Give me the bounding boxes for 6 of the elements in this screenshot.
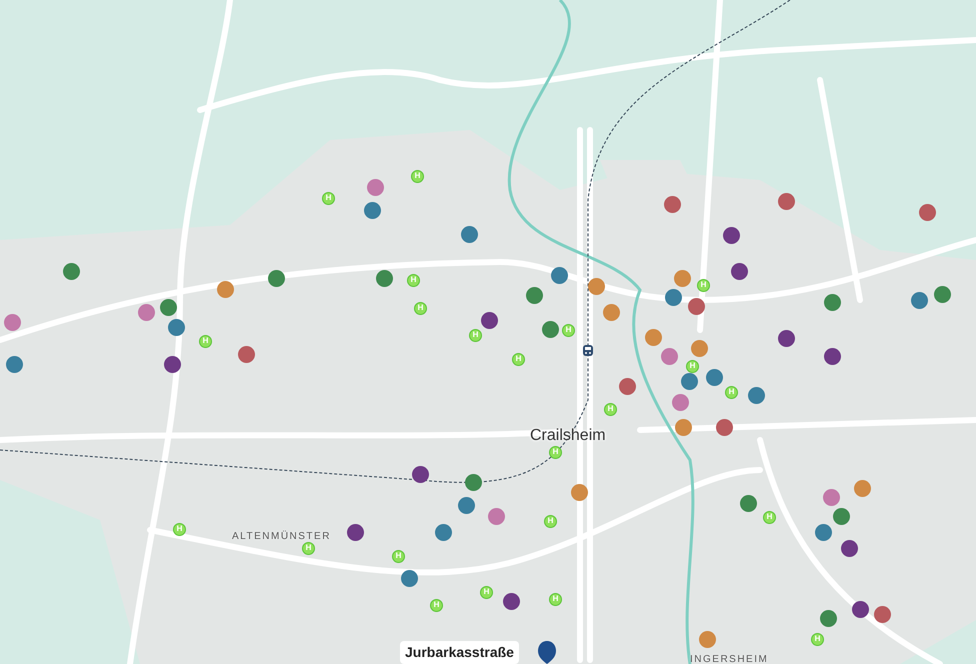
city-label: Crailsheim [530, 427, 606, 445]
location-pin-icon[interactable] [537, 640, 557, 664]
district-label: INGERSHEIM [690, 654, 768, 664]
location-label: Jurbarkasstraße [400, 641, 519, 664]
district-label: ALTENMÜNSTER [232, 531, 331, 542]
train-station-icon[interactable] [582, 344, 594, 358]
